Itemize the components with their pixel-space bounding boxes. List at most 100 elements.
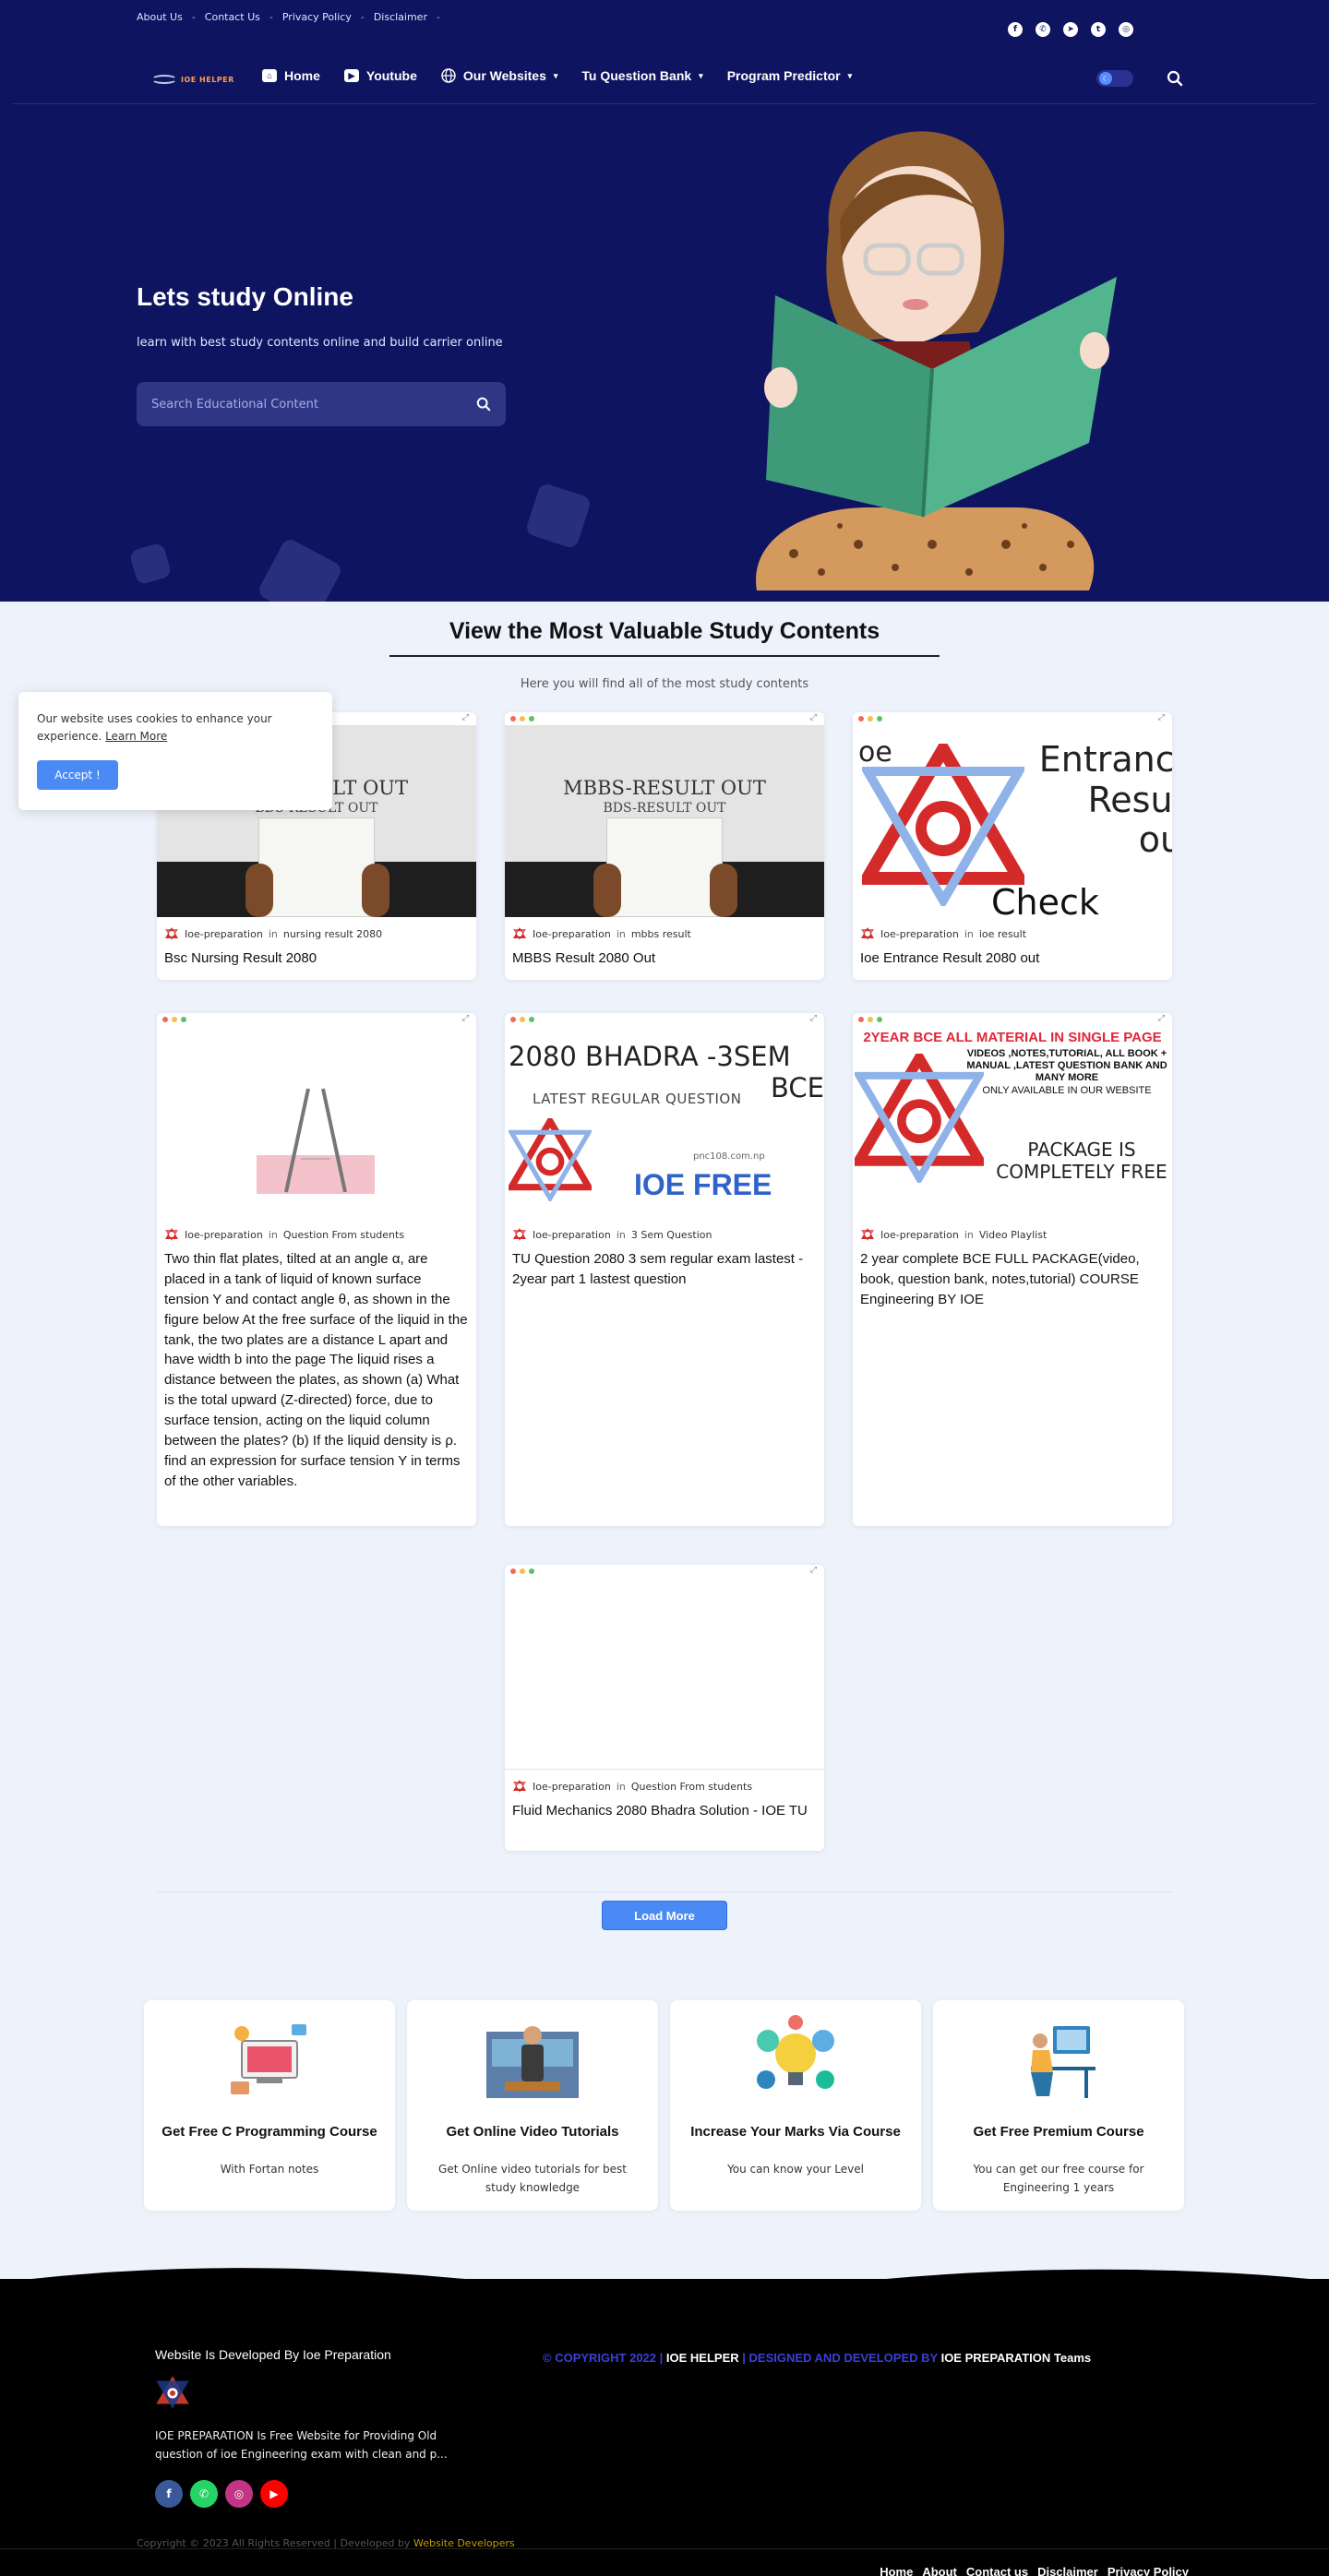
thumb-brand: IOE FREE xyxy=(634,1168,772,1201)
feature-card[interactable]: Get Online Video Tutorials Get Online vi… xyxy=(407,2000,658,2211)
post-title[interactable]: Ioe Entrance Result 2080 out xyxy=(853,941,1172,980)
facebook-icon[interactable]: f xyxy=(155,2480,183,2508)
load-more-button[interactable]: Load More xyxy=(602,1901,727,1930)
footer-copyright: © COPYRIGHT 2022 | IOE HELPER | DESIGNED… xyxy=(543,2351,1091,2365)
post-thumbnail[interactable] xyxy=(157,1026,476,1218)
instagram-icon[interactable]: ◎ xyxy=(225,2480,253,2508)
decor-shape xyxy=(256,536,344,602)
post-author[interactable]: Ioe-preparation xyxy=(880,928,959,940)
post-card[interactable]: ⤢ Ioe-preparation in Question From stude… xyxy=(157,1013,476,1526)
expand-icon[interactable]: ⤢ xyxy=(810,1566,817,1575)
footer-developed-by: Website Is Developed By Ioe Preparation xyxy=(155,2347,391,2362)
ioe-logo-icon[interactable] xyxy=(155,2375,190,2410)
nav-home-label: Home xyxy=(284,68,320,83)
expand-icon[interactable]: ⤢ xyxy=(1158,713,1165,722)
post-category[interactable]: nursing result 2080 xyxy=(283,928,382,940)
post-title[interactable]: Fluid Mechanics 2080 Bhadra Solution - I… xyxy=(505,1794,824,1832)
post-author[interactable]: Ioe-preparation xyxy=(185,928,263,940)
youtube-icon[interactable]: ▶ xyxy=(260,2480,288,2508)
feature-title: Get Free C Programming Course xyxy=(162,2124,377,2140)
post-card[interactable]: ⤢ oe Entrance Result out Check now Ioe-p… xyxy=(853,712,1172,980)
post-title[interactable]: Two thin flat plates, tilted at an angle… xyxy=(157,1242,476,1503)
nav-tu-question-bank[interactable]: Tu Question Bank ▾ xyxy=(581,68,702,83)
search-icon[interactable] xyxy=(476,397,491,411)
disclaimer-link[interactable]: Disclaimer xyxy=(374,11,427,23)
expand-icon[interactable]: ⤢ xyxy=(810,713,817,722)
post-category[interactable]: ioe result xyxy=(979,928,1026,940)
post-category[interactable]: 3 Sem Question xyxy=(631,1229,712,1241)
about-us-link[interactable]: About Us xyxy=(137,11,183,23)
post-title[interactable]: Bsc Nursing Result 2080 xyxy=(157,941,476,980)
post-author[interactable]: Ioe-preparation xyxy=(533,1229,611,1241)
nav-home[interactable]: ⌂ Home xyxy=(262,68,320,83)
dot-red xyxy=(510,1568,516,1574)
post-thumbnail[interactable] xyxy=(505,1578,824,1770)
expand-icon[interactable]: ⤢ xyxy=(462,713,469,722)
accept-cookies-button[interactable]: Accept ! xyxy=(37,760,118,790)
expand-icon[interactable]: ⤢ xyxy=(462,1014,469,1023)
copyright-brand[interactable]: IOE HELPER xyxy=(666,2351,739,2365)
search-icon[interactable] xyxy=(1167,70,1183,87)
post-category[interactable]: Question From students xyxy=(631,1781,752,1793)
whatsapp-icon[interactable]: ✆ xyxy=(1036,22,1050,37)
post-title[interactable]: TU Question 2080 3 sem regular exam last… xyxy=(505,1242,824,1301)
feature-card[interactable]: Increase Your Marks Via Course You can k… xyxy=(670,2000,921,2211)
post-card[interactable]: ⤢ MBBS-RESULT OUT BDS-RESULT OUT Ioe-pre… xyxy=(505,712,824,980)
ioe-emblem-icon xyxy=(509,1118,592,1201)
post-card[interactable]: ⤢ Ioe-preparation in Question From stude… xyxy=(505,1565,824,1851)
telegram-icon[interactable]: ➤ xyxy=(1063,22,1078,37)
copyright-mid: | DESIGNED AND DEVELOPED BY xyxy=(742,2351,938,2365)
moon-icon: ☾ xyxy=(1099,72,1112,85)
post-author[interactable]: Ioe-preparation xyxy=(533,1781,611,1793)
whatsapp-icon[interactable]: ✆ xyxy=(190,2480,218,2508)
separator: - xyxy=(436,11,440,23)
post-thumbnail[interactable]: MBBS-RESULT OUT BDS-RESULT OUT xyxy=(505,725,824,917)
dot-yellow xyxy=(520,1568,525,1574)
learn-more-link[interactable]: Learn More xyxy=(105,730,167,743)
dot-yellow xyxy=(520,716,525,722)
nav-youtube[interactable]: ▶ Youtube xyxy=(343,68,417,83)
post-category[interactable]: Question From students xyxy=(283,1229,404,1241)
post-card[interactable]: ⤢ 2080 BHADRA -3SEM BCE LATEST REGULAR Q… xyxy=(505,1013,824,1526)
footer-link-privacy[interactable]: Privacy Policy xyxy=(1108,2565,1189,2576)
logo-text: IOE HELPER xyxy=(181,75,234,84)
feature-card[interactable]: Get Free Premium Course You can get our … xyxy=(933,2000,1184,2211)
privacy-policy-link[interactable]: Privacy Policy xyxy=(282,11,352,23)
nav-program-predictor-label: Program Predictor xyxy=(726,68,841,83)
post-author[interactable]: Ioe-preparation xyxy=(185,1229,263,1241)
post-card[interactable]: ⤢ 2YEAR BCE ALL MATERIAL IN SINGLE PAGE … xyxy=(853,1013,1172,1526)
footer-link-about[interactable]: About xyxy=(922,2565,957,2576)
expand-icon[interactable]: ⤢ xyxy=(810,1014,817,1023)
site-logo[interactable]: IOE HELPER xyxy=(151,70,234,89)
copyright-team[interactable]: IOE PREPARATION Teams xyxy=(941,2351,1092,2365)
footer-link-contact[interactable]: Contact us xyxy=(966,2565,1028,2576)
facebook-icon[interactable]: f xyxy=(1008,22,1023,37)
nav-our-websites[interactable]: Our Websites ▾ xyxy=(441,68,557,83)
footer-link-home[interactable]: Home xyxy=(880,2565,913,2576)
desk-study-illustration-icon xyxy=(1031,2026,1096,2098)
nav-program-predictor[interactable]: Program Predictor ▾ xyxy=(727,68,852,83)
twitter-icon[interactable]: t xyxy=(1091,22,1106,37)
post-thumbnail[interactable]: 2080 BHADRA -3SEM BCE LATEST REGULAR QUE… xyxy=(505,1026,824,1218)
contact-us-link[interactable]: Contact Us xyxy=(205,11,260,23)
post-title[interactable]: 2 year complete BCE FULL PACKAGE(video, … xyxy=(853,1242,1172,1321)
expand-icon[interactable]: ⤢ xyxy=(1158,1014,1165,1023)
post-in: in xyxy=(268,927,278,940)
feature-card[interactable]: Get Free C Programming Course With Forta… xyxy=(144,2000,395,2211)
instagram-icon[interactable]: ◎ xyxy=(1119,22,1133,37)
post-thumbnail[interactable]: oe Entrance Result out Check now xyxy=(853,725,1172,917)
post-category[interactable]: mbbs result xyxy=(631,928,691,940)
dot-red xyxy=(858,1017,864,1022)
post-thumbnail[interactable]: 2YEAR BCE ALL MATERIAL IN SINGLE PAGE VI… xyxy=(853,1026,1172,1218)
post-author[interactable]: Ioe-preparation xyxy=(880,1229,959,1241)
author-avatar-icon xyxy=(165,1228,178,1241)
dot-green xyxy=(181,1017,186,1022)
dark-mode-toggle[interactable]: ☾ xyxy=(1096,70,1133,87)
footer-link-disclaimer[interactable]: Disclaimer xyxy=(1037,2565,1098,2576)
post-category[interactable]: Video Playlist xyxy=(979,1229,1047,1241)
separator: - xyxy=(191,11,196,23)
post-author[interactable]: Ioe-preparation xyxy=(533,928,611,940)
post-meta: Ioe-preparation in Question From student… xyxy=(505,1770,824,1794)
post-title[interactable]: MBBS Result 2080 Out xyxy=(505,941,824,980)
hero-search-input[interactable] xyxy=(151,397,476,411)
